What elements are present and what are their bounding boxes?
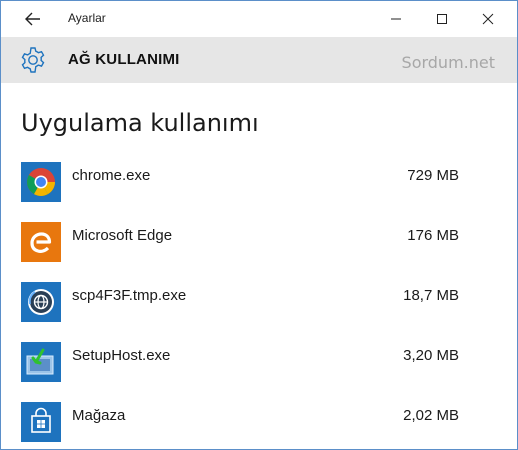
title-bar: Ayarlar <box>1 1 517 37</box>
app-name: Microsoft Edge <box>72 227 173 244</box>
close-icon <box>482 13 494 25</box>
settings-window: Ayarlar AĞ KULLANIMI Sordum.net Uygulama… <box>0 0 518 450</box>
list-item[interactable]: chrome.exe 729 MB <box>1 151 517 211</box>
minimize-button[interactable] <box>373 5 419 33</box>
list-item[interactable]: Microsoft Edge 176 MB <box>1 211 517 271</box>
maximize-button[interactable] <box>419 5 465 33</box>
gear-icon <box>21 47 45 73</box>
app-name: chrome.exe <box>72 167 151 184</box>
close-button[interactable] <box>465 5 511 33</box>
maximize-icon <box>437 14 447 24</box>
window-title: Ayarlar <box>68 11 106 25</box>
list-item[interactable]: Mağaza 2,02 MB <box>1 391 517 449</box>
page-title: AĞ KULLANIMI <box>68 51 180 68</box>
back-arrow-icon <box>25 12 40 26</box>
network-globe-icon <box>21 282 61 322</box>
watermark-text: Sordum.net <box>401 53 495 72</box>
app-name: SetupHost.exe <box>72 347 171 364</box>
section-title: Uygulama kullanımı <box>21 109 259 137</box>
app-name: Mağaza <box>72 407 126 424</box>
app-data-size: 2,02 MB <box>403 407 459 424</box>
minimize-icon <box>391 18 401 20</box>
chrome-icon <box>21 162 61 202</box>
app-data-size: 3,20 MB <box>403 347 459 364</box>
page-header: AĞ KULLANIMI Sordum.net <box>1 37 517 83</box>
back-button[interactable] <box>19 9 47 29</box>
app-data-size: 18,7 MB <box>403 287 459 304</box>
app-name: scp4F3F.tmp.exe <box>72 287 187 304</box>
setup-host-icon <box>21 342 61 382</box>
list-item[interactable]: scp4F3F.tmp.exe 18,7 MB <box>1 271 517 331</box>
list-item[interactable]: SetupHost.exe 3,20 MB <box>1 331 517 391</box>
edge-icon <box>21 222 61 262</box>
app-data-size: 729 MB <box>407 167 459 184</box>
app-data-size: 176 MB <box>407 227 459 244</box>
store-icon <box>21 402 61 442</box>
